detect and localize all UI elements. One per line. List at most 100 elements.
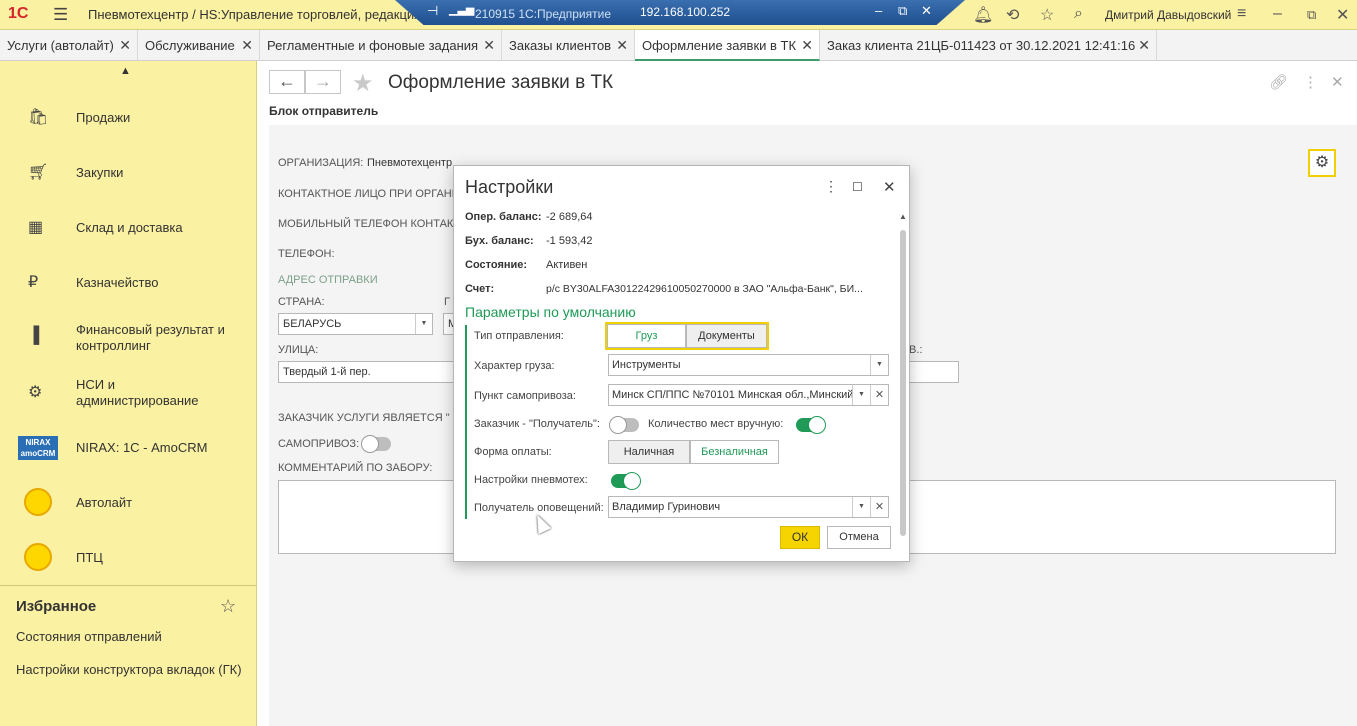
tab-label: Оформление заявки в ТК	[642, 38, 797, 53]
forward-button[interactable]: →	[305, 70, 341, 94]
dialog-scrollbar[interactable]: ▲	[899, 212, 907, 542]
dialog-maximize-icon[interactable]: ☐	[852, 180, 863, 194]
sidebar-item-label: Продажи	[76, 110, 131, 125]
pickup-point-value: Минск СП/ППС №70101 Минская обл.,Минский…	[612, 389, 863, 401]
apt-field[interactable]	[906, 361, 959, 383]
pin-icon[interactable]: ⊣	[427, 3, 438, 19]
receiver-customer-toggle[interactable]	[609, 416, 639, 434]
tab-close-icon[interactable]: ✕	[483, 30, 495, 61]
sidebar-item-label: Казначейство	[76, 275, 159, 290]
close-form-icon[interactable]: ✕	[1331, 73, 1344, 91]
pickup-toggle[interactable]	[361, 435, 391, 453]
nirax-logo-icon: NIRAX amoCRM	[18, 436, 58, 460]
cargo-field[interactable]: Инструменты ▼	[608, 354, 889, 376]
payment-label: Форма оплаты:	[474, 446, 552, 458]
user-name[interactable]: Дмитрий Давыдовский	[1105, 8, 1231, 22]
back-button[interactable]: ←	[269, 70, 305, 94]
ship-type-documents[interactable]: Документы	[686, 324, 767, 348]
ship-type-cargo[interactable]: Груз	[607, 324, 686, 348]
more-icon[interactable]: ⋮	[1303, 73, 1318, 91]
history-icon[interactable]: ⟲	[1006, 5, 1019, 25]
scroll-up-icon[interactable]: ▲	[120, 65, 131, 77]
state-value: Активен	[546, 259, 588, 271]
main-menu-icon[interactable]: ☰	[53, 5, 68, 25]
sidebar-item-autolight[interactable]: Автолайт	[0, 475, 257, 530]
tab-uslugi[interactable]: Услуги (автолайт) ✕	[0, 30, 138, 61]
ship-type-switch: Груз Документы	[605, 322, 769, 350]
state-label: Состояние:	[465, 259, 528, 271]
tab-orders[interactable]: Заказы клиентов ✕	[502, 30, 635, 61]
favorite-item[interactable]: Настройки конструктора вкладок (ГК)	[16, 662, 242, 677]
mobile-label: МОБИЛЬНЫЙ ТЕЛЕФОН КОНТАКТ	[278, 218, 461, 230]
clear-icon[interactable]: ✕	[870, 497, 888, 517]
cancel-button[interactable]: Отмена	[827, 526, 891, 549]
search-icon[interactable]: ⌕	[1074, 5, 1083, 23]
tab-reglament[interactable]: Регламентные и фоновые задания ✕	[260, 30, 502, 61]
dropdown-icon[interactable]: ▼	[870, 355, 888, 375]
pnevmo-settings-toggle[interactable]	[611, 472, 641, 490]
country-field[interactable]: БЕЛАРУСЬ ▼	[278, 313, 433, 335]
link-icon[interactable]: 🔗︎	[1269, 73, 1288, 91]
sidebar-item-nirax[interactable]: NIRAX amoCRM NIRAX: 1С - AmoCRM	[0, 420, 257, 475]
notify-value: Владимир Гуринович	[612, 501, 721, 513]
tab-label: Заказ клиента 21ЦБ-011423 от 30.12.2021 …	[827, 38, 1136, 53]
tab-close-icon[interactable]: ✕	[616, 30, 628, 61]
favorite-item[interactable]: Состояния отправлений	[16, 629, 162, 644]
dropdown-icon[interactable]: ▼	[852, 497, 870, 517]
favorites-star-icon[interactable]: ☆	[1040, 5, 1054, 25]
sidebar-item-nsi[interactable]: ⚙ НСИ и администрирование	[0, 365, 257, 420]
tab-close-icon[interactable]: ✕	[801, 30, 813, 61]
country-label: СТРАНА:	[278, 296, 325, 308]
account-label: Счет:	[465, 283, 495, 295]
close-icon[interactable]: ✕	[1336, 5, 1349, 25]
dropdown-icon[interactable]: ▼	[415, 314, 432, 334]
scroll-thumb[interactable]	[900, 230, 906, 536]
sidebar-item-warehouse[interactable]: ▦ Склад и доставка	[0, 200, 257, 255]
signal-icon: ▁▃▅	[449, 4, 475, 16]
sidebar-item-sales[interactable]: 🛍︎ Продажи	[0, 90, 257, 145]
org-value: Пневмотехцентр	[367, 157, 453, 169]
remote-close-icon[interactable]: ✕	[921, 3, 932, 19]
receiver-customer-label: Заказчик - "Получатель":	[474, 418, 600, 430]
sidebar-item-ptc[interactable]: ПТЦ	[0, 530, 257, 585]
tab-bar: Услуги (автолайт) ✕ Обслуживание ✕ Регламе…	[0, 30, 1357, 61]
scroll-up-icon[interactable]: ▲	[899, 212, 907, 221]
settings-gear-button[interactable]: ⚙	[1308, 149, 1336, 177]
apt-label: В.:	[909, 344, 923, 356]
dialog-close-icon[interactable]: ✕	[883, 178, 896, 196]
remote-minimize-icon[interactable]: –	[875, 3, 882, 18]
minimize-icon[interactable]: –	[1273, 5, 1282, 23]
ok-button[interactable]: ОК	[780, 526, 820, 549]
payment-cash[interactable]: Наличная	[608, 440, 690, 464]
bell-icon[interactable]: 🔔︎	[973, 5, 993, 25]
dialog-more-icon[interactable]: ⋮	[824, 178, 838, 195]
sidebar-item-treasury[interactable]: ₽ Казначейство	[0, 255, 257, 310]
tab-order-detail[interactable]: Заказ клиента 21ЦБ-011423 от 30.12.2021 …	[820, 30, 1157, 61]
manual-places-toggle[interactable]	[796, 416, 826, 434]
tab-close-icon[interactable]: ✕	[119, 30, 131, 61]
payment-cashless[interactable]: Безналичная	[690, 440, 779, 464]
tab-close-icon[interactable]: ✕	[241, 30, 253, 61]
manual-places-label: Количество мест вручную:	[648, 418, 784, 430]
sidebar-item-finance[interactable]: ▐ Финансовый результат и контроллинг	[0, 310, 257, 365]
sidebar-item-purchases[interactable]: 🛒︎ Закупки	[0, 145, 257, 200]
sidebar-item-label: НСИ и администрирование	[76, 377, 199, 408]
cargo-value: Инструменты	[612, 359, 681, 371]
notify-field[interactable]: Владимир Гуринович ▼ ✕	[608, 496, 889, 518]
sidebar-item-label: Финансовый результат и контроллинг	[76, 322, 225, 353]
favorite-star-icon[interactable]: ★	[352, 69, 374, 98]
favorites-star-icon[interactable]: ☆	[220, 596, 236, 617]
account-value: р/с BY30ALFA30122429610050270000 в ЗАО "…	[546, 283, 863, 295]
sidebar-item-label: Закупки	[76, 165, 124, 180]
remote-restore-icon[interactable]: ⧉	[898, 3, 907, 19]
tab-close-icon[interactable]: ✕	[1138, 30, 1150, 61]
pickup-point-field[interactable]: Минск СП/ППС №70101 Минская обл.,Минский…	[608, 384, 889, 406]
settings-menu-icon[interactable]: ≡	[1237, 5, 1246, 23]
street-field[interactable]: Твердый 1-й пер.	[278, 361, 455, 383]
dropdown-icon[interactable]: ▼	[852, 385, 870, 405]
clear-icon[interactable]: ✕	[870, 385, 888, 405]
tab-obsluzhivanie[interactable]: Обслуживание ✕	[138, 30, 260, 61]
tab-tk-request[interactable]: Оформление заявки в ТК ✕	[635, 30, 820, 61]
favorites-title: Избранное	[16, 598, 97, 615]
restore-icon[interactable]: ⧉	[1307, 7, 1316, 23]
